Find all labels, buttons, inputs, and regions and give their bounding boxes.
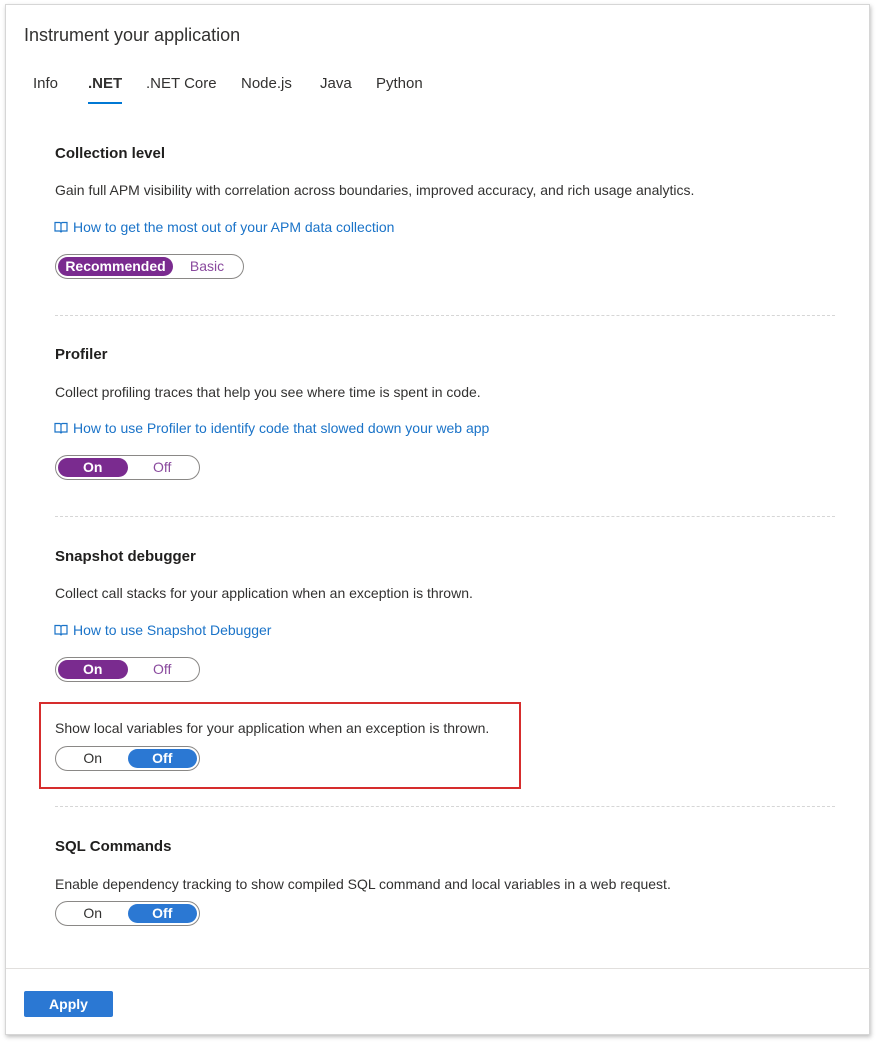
local-variables-description: Show local variables for your applicatio…: [55, 720, 490, 736]
divider: [55, 315, 835, 316]
collection-level-title: Collection level: [55, 145, 166, 162]
tab-python[interactable]: Python: [376, 75, 423, 92]
sql-toggle-on[interactable]: On: [58, 904, 128, 923]
collection-level-description: Gain full APM visibility with correlatio…: [55, 182, 695, 198]
divider: [55, 806, 835, 807]
collection-level-link[interactable]: How to get the most out of your APM data…: [54, 219, 394, 235]
sql-toggle-off[interactable]: Off: [127, 904, 197, 923]
toggle-basic[interactable]: Basic: [173, 257, 241, 276]
instrument-panel: Instrument your application Info .NET .N…: [5, 4, 871, 1035]
local-vars-toggle-off[interactable]: Off: [127, 749, 197, 768]
snapshot-toggle-off[interactable]: Off: [128, 660, 198, 679]
local-variables-toggle: On Off: [55, 746, 200, 771]
book-icon: [54, 422, 68, 434]
book-icon: [54, 624, 68, 636]
book-icon: [54, 221, 68, 233]
snapshot-debugger-link[interactable]: How to use Snapshot Debugger: [54, 622, 271, 638]
profiler-description: Collect profiling traces that help you s…: [55, 384, 481, 400]
footer-divider: [6, 968, 871, 969]
divider: [55, 516, 835, 517]
profiler-link-text: How to use Profiler to identify code tha…: [73, 420, 490, 436]
sql-commands-title: SQL Commands: [55, 838, 172, 855]
toggle-recommended[interactable]: Recommended: [58, 257, 173, 276]
sql-commands-toggle: On Off: [55, 901, 200, 926]
profiler-toggle-off[interactable]: Off: [128, 458, 198, 477]
tab-java[interactable]: Java: [320, 75, 352, 92]
collection-level-toggle: Recommended Basic: [55, 254, 244, 279]
profiler-toggle: On Off: [55, 455, 200, 480]
profiler-toggle-on[interactable]: On: [58, 458, 128, 477]
panel-title: Instrument your application: [24, 25, 241, 45]
profiler-title: Profiler: [55, 346, 108, 363]
tab-dotnet[interactable]: .NET: [88, 75, 123, 104]
tab-dotnet-core[interactable]: .NET Core: [146, 75, 217, 92]
profiler-link[interactable]: How to use Profiler to identify code tha…: [54, 420, 489, 436]
sql-commands-description: Enable dependency tracking to show compi…: [55, 876, 671, 892]
tab-nodejs[interactable]: Node.js: [241, 75, 292, 92]
snapshot-toggle-on[interactable]: On: [58, 660, 128, 679]
snapshot-debugger-toggle: On Off: [55, 657, 200, 682]
snapshot-debugger-description: Collect call stacks for your application…: [55, 585, 473, 601]
local-vars-toggle-on[interactable]: On: [58, 749, 128, 768]
snapshot-debugger-title: Snapshot debugger: [55, 548, 196, 565]
apply-button[interactable]: Apply: [24, 991, 113, 1017]
snapshot-debugger-link-text: How to use Snapshot Debugger: [73, 622, 272, 638]
tab-info[interactable]: Info: [33, 75, 58, 92]
collection-level-link-text: How to get the most out of your APM data…: [73, 219, 395, 235]
